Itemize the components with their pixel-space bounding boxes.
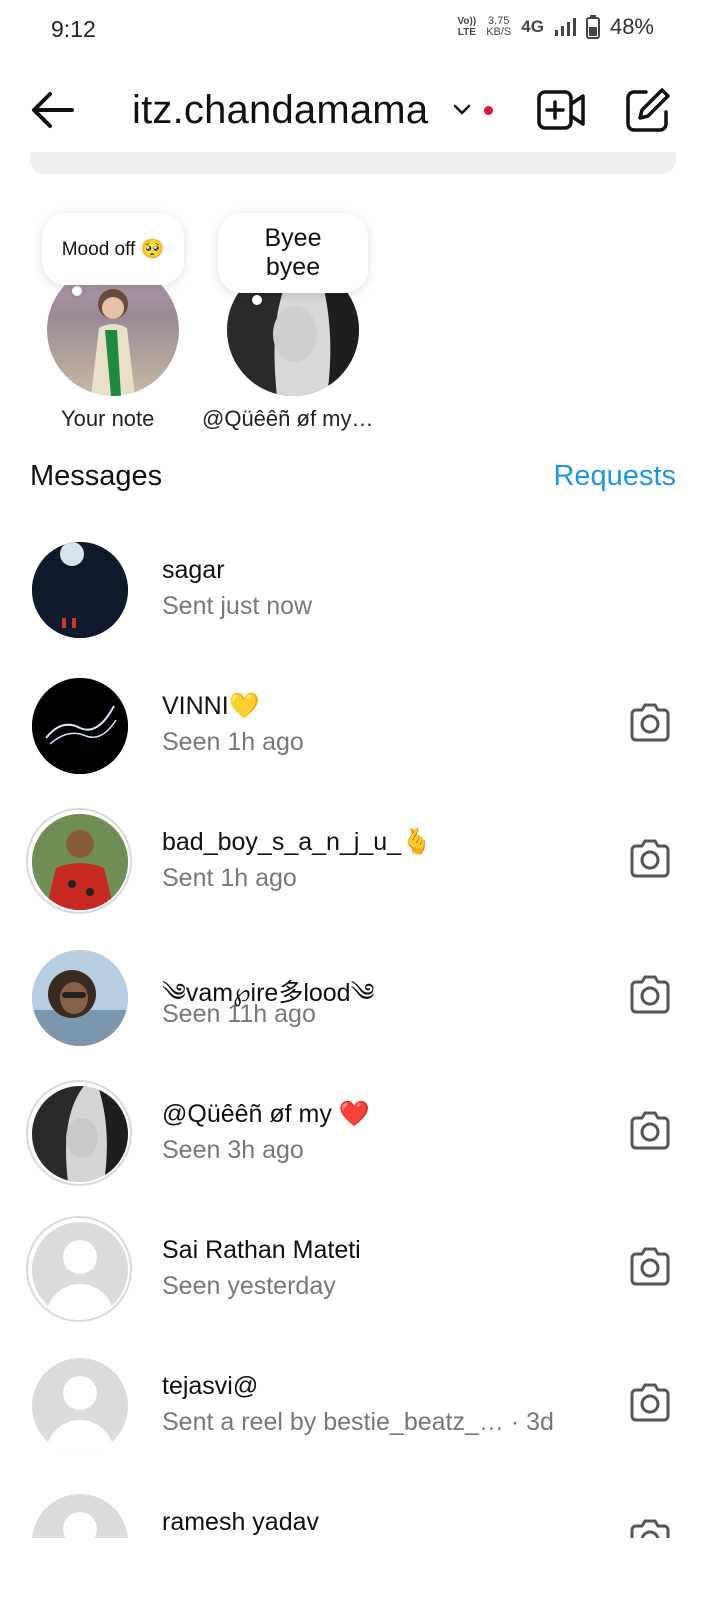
thread-row[interactable]: tejasvi@ Sent a reel by bestie_beatz_… ·…: [0, 1358, 720, 1494]
avatar: [32, 1086, 128, 1182]
thread-status: Sent 1h ago: [162, 864, 297, 892]
bubble-tail: [252, 295, 262, 305]
default-avatar-icon: [32, 1494, 128, 1538]
thread-row[interactable]: @Qüêêñ øf my ❤️ Seen 3h ago: [0, 1080, 720, 1222]
notes-row: Mood off 🥺 Your note Byee byee @Qüêêñ øf…: [0, 200, 720, 450]
default-avatar-icon: [32, 1222, 128, 1318]
status-bar: 9:12 Vo)) LTE 3.75 KB/S 4G 48%: [0, 0, 720, 60]
battery-icon: [585, 15, 600, 39]
camera-icon[interactable]: [628, 1110, 672, 1150]
avatar: [32, 814, 128, 910]
network-speed: 3.75 KB/S: [486, 15, 512, 38]
thread-row[interactable]: ༄vam℘ire多lood༄ Seen 11h ago: [0, 950, 720, 1086]
thread-name: bad_boy_s_a_n_j_u_🫰: [162, 828, 433, 856]
thread-status: Sent just now: [162, 592, 313, 620]
unread-dot: [484, 106, 493, 115]
requests-link[interactable]: Requests: [553, 460, 676, 493]
thread-name: ramesh yadav: [162, 1508, 320, 1536]
messages-header: Messages Requests: [30, 460, 676, 500]
status-time: 9:12: [51, 16, 96, 42]
volte-icon: Vo)) LTE: [457, 16, 477, 38]
thread-status: Seen 11h ago: [162, 1000, 316, 1028]
thread-name: Sai Rathan Mateti: [162, 1236, 361, 1264]
thread-row[interactable]: VINNI💛 Seen 1h ago: [0, 678, 720, 814]
camera-icon[interactable]: [628, 702, 672, 742]
note-label: Your note: [61, 406, 155, 431]
new-video-call-icon[interactable]: [536, 88, 586, 132]
back-arrow-icon[interactable]: [28, 88, 76, 132]
thread-status: Seen yesterday: [162, 1272, 336, 1300]
note-bubble: Mood off 🥺: [42, 213, 184, 285]
thread-row[interactable]: bad_boy_s_a_n_j_u_🫰 Sent 1h ago: [0, 808, 720, 950]
thread-name: tejasvi@: [162, 1372, 259, 1400]
battery-percentage: 48%: [609, 14, 654, 39]
compose-icon[interactable]: [624, 86, 672, 134]
thread-status: Sent a reel by bestie_beatz_… · 3d: [162, 1408, 554, 1436]
messages-title: Messages: [30, 460, 163, 492]
bubble-tail: [72, 286, 82, 296]
network-type: 4G: [521, 17, 544, 36]
thread-status: Seen 1h ago: [162, 728, 304, 756]
chevron-down-icon[interactable]: [450, 98, 474, 122]
avatar: [32, 950, 128, 1046]
note-bubble: Byee byee: [218, 213, 368, 293]
camera-icon[interactable]: [628, 838, 672, 878]
thread-status: Seen 3h ago: [162, 1136, 304, 1164]
search-bar-edge[interactable]: [30, 152, 676, 174]
thread-row[interactable]: ramesh yadav: [0, 1494, 720, 1538]
camera-icon[interactable]: [628, 1246, 672, 1286]
status-indicators: Vo)) LTE 3.75 KB/S 4G 48%: [457, 14, 654, 40]
avatar: [32, 678, 128, 774]
note-label: @Qüêêñ øf my…: [202, 406, 374, 431]
account-name[interactable]: itz.chandamama: [132, 88, 428, 133]
thread-row[interactable]: Sai Rathan Mateti Seen yesterday: [0, 1216, 720, 1358]
camera-icon[interactable]: [628, 1382, 672, 1422]
camera-icon[interactable]: [628, 974, 672, 1014]
app-header: itz.chandamama: [0, 70, 720, 150]
signal-icon: [554, 18, 576, 36]
thread-name: @Qüêêñ øf my ❤️: [162, 1100, 370, 1128]
camera-icon[interactable]: [628, 1518, 672, 1538]
thread-name: sagar: [162, 556, 225, 584]
thread-name: VINNI💛: [162, 692, 260, 720]
avatar: [32, 542, 128, 638]
thread-row[interactable]: sagar Sent just now: [0, 542, 720, 678]
default-avatar-icon: [32, 1358, 128, 1454]
